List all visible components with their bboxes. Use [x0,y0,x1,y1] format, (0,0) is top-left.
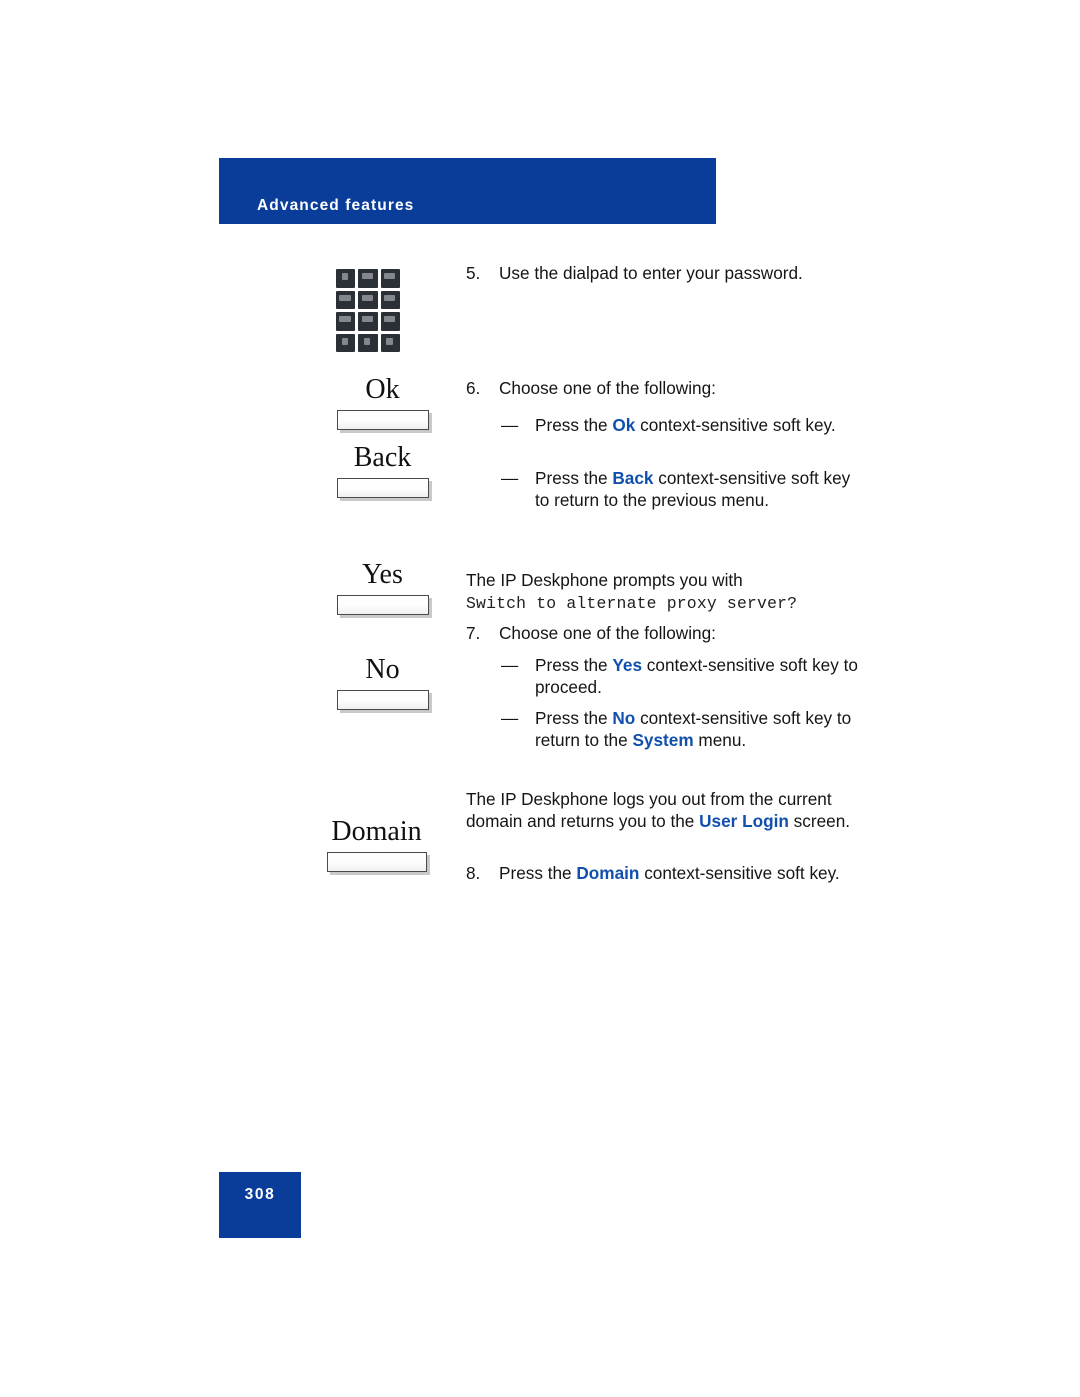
bullet-item-ok: — Press the Ok context-sensitive soft ke… [501,414,866,436]
dialpad-key [358,269,378,288]
keyword-ok: Ok [612,415,636,435]
step-text: Choose one of the following: [499,378,716,398]
keyword-yes: Yes [612,655,643,675]
step-text-pre: Press the [499,863,577,883]
section-header-banner: Advanced features [219,158,716,224]
softkey-button-no[interactable] [336,690,429,711]
bullet-text-pre: Press the [535,655,613,675]
bullet-text-post: context-sensitive soft key. [635,415,836,435]
softkey-button-back[interactable] [336,478,429,499]
softkey-illustration-domain: Domain [294,816,459,873]
softkey-illustration-ok: Ok [300,374,465,431]
step-number: 7. [466,623,481,643]
softkey-illustration-no: No [300,654,465,711]
dialpad-key [336,290,356,309]
bullet-text-pre: Press the [535,415,613,435]
dialpad-key [336,312,356,331]
dialpad-key [358,333,378,352]
page-number: 308 [244,1186,276,1203]
em-dash-icon: — [501,708,519,728]
softkey-label-back: Back [353,442,412,473]
step-text-post: context-sensitive soft key. [639,863,840,883]
softkey-illustration-yes: Yes [300,559,465,616]
softkey-label-domain: Domain [331,816,422,847]
keyword-no: No [612,708,636,728]
step-item-5: 5. Use the dialpad to enter your passwor… [466,262,866,284]
softkey-button-yes[interactable] [336,595,429,616]
bullet-item-yes: — Press the Yes context-sensitive soft k… [501,654,866,698]
softkey-label-yes: Yes [362,559,403,590]
bullet-text: Press the No context-sensitive soft key … [535,707,866,751]
keyword-domain: Domain [576,863,640,883]
section-title: Advanced features [257,197,415,214]
bullet-text: Press the Yes context-sensitive soft key… [535,654,866,698]
softkey-label-ok: Ok [365,374,400,405]
bullet-item-no: — Press the No context-sensitive soft ke… [501,707,866,751]
bullet-text: Press the Ok context-sensitive soft key. [535,414,866,436]
step-number: 6. [466,378,481,398]
step-text: Use the dialpad to enter your password. [499,263,803,283]
keyword-system: System [632,730,694,750]
softkey-button-domain[interactable] [326,852,427,873]
keyword-user-login: User Login [699,811,789,831]
step-number: 5. [466,263,481,283]
softkey-button-ok[interactable] [336,410,429,431]
logout-result-paragraph: The IP Deskphone logs you out from the c… [466,788,866,832]
em-dash-icon: — [501,415,519,435]
step-number: 8. [466,863,481,883]
dialpad-key [380,333,400,352]
prompt-intro-paragraph: The IP Deskphone prompts you with [466,570,743,590]
dialpad-icon [336,269,400,352]
dialpad-key [358,290,378,309]
softkey-illustration-back: Back [300,442,465,499]
page-number-box: 308 [219,1172,301,1238]
dialpad-key [336,333,356,352]
step-item-6: 6. Choose one of the following: [466,377,866,399]
bullet-text: Press the Back context-sensitive soft ke… [535,467,866,511]
dialpad-key [358,312,378,331]
dialpad-key [380,312,400,331]
step-text: Choose one of the following: [499,623,716,643]
bullet-text-pre: Press the [535,468,613,488]
device-prompt-text: Switch to alternate proxy server? [466,594,798,613]
em-dash-icon: — [501,468,519,488]
paragraph-text-post: screen. [788,811,851,831]
dialpad-key [336,269,356,288]
dialpad-key [380,269,400,288]
step-item-8: 8. Press the Domain context-sensitive so… [466,862,866,884]
softkey-label-no: No [365,654,400,685]
dialpad-key [380,290,400,309]
step-text: Press the Domain context-sensitive soft … [499,862,866,884]
bullet-item-back: — Press the Back context-sensitive soft … [501,467,866,511]
em-dash-icon: — [501,655,519,675]
step-item-7: 7. Choose one of the following: [466,622,866,644]
keyword-back: Back [612,468,654,488]
bullet-text-post: menu. [693,730,747,750]
bullet-text-pre: Press the [535,708,613,728]
